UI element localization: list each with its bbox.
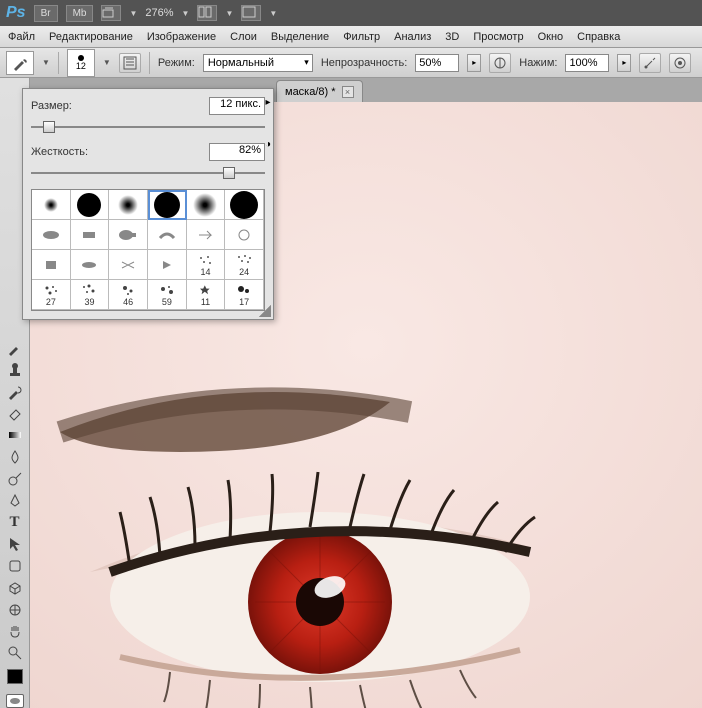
blur-tool[interactable]	[3, 447, 27, 467]
brush-preset[interactable]: 14	[187, 250, 226, 280]
brush-preset-grid: 14 24 27 39 46 59 11 17	[31, 189, 265, 311]
chevron-down-icon[interactable]: ▼	[42, 58, 50, 67]
flow-label: Нажим:	[519, 57, 557, 69]
bridge-button[interactable]: Br	[34, 5, 58, 22]
brush-preset[interactable]	[225, 190, 264, 220]
size-label: Размер:	[31, 100, 72, 112]
brush-tool[interactable]	[3, 338, 27, 358]
hardness-input[interactable]: 82%	[209, 143, 265, 161]
resize-handle-icon[interactable]	[259, 305, 271, 317]
brush-preset[interactable]	[32, 190, 71, 220]
brush-preset[interactable]	[148, 220, 187, 250]
airbrush-icon[interactable]	[639, 53, 661, 73]
view-extras-icon[interactable]	[101, 5, 121, 21]
panel-play-icon[interactable]: ▸	[261, 95, 275, 109]
dropdown-arrow-icon[interactable]: ▼	[129, 9, 137, 18]
brush-preset[interactable]: 11	[187, 280, 226, 310]
brush-preset[interactable]	[225, 220, 264, 250]
menu-layers[interactable]: Слои	[230, 31, 257, 43]
opacity-input[interactable]: 50%	[415, 54, 459, 72]
brush-preset[interactable]	[32, 250, 71, 280]
foreground-color[interactable]	[7, 669, 23, 683]
menu-file[interactable]: Файл	[8, 31, 35, 43]
3d-tool[interactable]	[3, 578, 27, 598]
brush-preset-selected[interactable]	[148, 190, 187, 220]
menu-3d[interactable]: 3D	[445, 31, 459, 43]
menubar: Файл Редактирование Изображение Слои Выд…	[0, 26, 702, 48]
hand-tool[interactable]	[3, 622, 27, 642]
brush-preset[interactable]: 46	[109, 280, 148, 310]
mode-label: Режим:	[158, 57, 195, 69]
brush-preset[interactable]	[32, 220, 71, 250]
tablet-opacity-icon[interactable]	[489, 53, 511, 73]
dodge-tool[interactable]	[3, 469, 27, 489]
brush-preset[interactable]	[71, 190, 110, 220]
menu-help[interactable]: Справка	[577, 31, 620, 43]
ps-logo: Ps	[6, 4, 26, 22]
app-topbar: Ps Br Mb ▼ 276% ▼ ▼ ▼	[0, 0, 702, 26]
flow-flyout-button[interactable]: ▸	[617, 54, 631, 72]
brush-panel-toggle-icon[interactable]	[119, 53, 141, 73]
tab-title: маска/8) *	[285, 86, 336, 98]
brush-preset[interactable]	[71, 220, 110, 250]
brush-preset[interactable]: 39	[71, 280, 110, 310]
size-input[interactable]: 12 пикс.	[209, 97, 265, 115]
zoom-level[interactable]: 276%	[145, 7, 173, 19]
menu-analysis[interactable]: Анализ	[394, 31, 431, 43]
screen-mode-icon[interactable]	[241, 5, 261, 21]
minibridge-button[interactable]: Mb	[66, 5, 94, 22]
brush-preset[interactable]	[71, 250, 110, 280]
gradient-tool[interactable]	[3, 425, 27, 445]
history-brush-tool[interactable]	[3, 382, 27, 402]
menu-view[interactable]: Просмотр	[473, 31, 523, 43]
close-icon[interactable]: ×	[342, 86, 354, 98]
dropdown-arrow-icon[interactable]: ▼	[182, 9, 190, 18]
quick-mask-toggle[interactable]	[6, 694, 24, 708]
brush-preset-panel: ▸ ◑ Размер: 12 пикс. Жесткость: 82%	[22, 88, 274, 320]
dropdown-arrow-icon[interactable]: ▼	[269, 9, 277, 18]
eraser-tool[interactable]	[3, 403, 27, 423]
brush-preset[interactable]	[109, 220, 148, 250]
brush-preset-picker[interactable]: 12	[67, 49, 95, 77]
brush-preset[interactable]	[109, 190, 148, 220]
brush-preset[interactable]	[187, 220, 226, 250]
menu-filter[interactable]: Фильтр	[343, 31, 380, 43]
size-slider[interactable]	[31, 119, 265, 135]
tool-preset-picker[interactable]	[6, 51, 34, 75]
menu-select[interactable]: Выделение	[271, 31, 329, 43]
pen-tool[interactable]	[3, 491, 27, 511]
menu-edit[interactable]: Редактирование	[49, 31, 133, 43]
hardness-slider[interactable]	[31, 165, 265, 181]
zoom-tool[interactable]	[3, 643, 27, 663]
opacity-flyout-button[interactable]: ▸	[467, 54, 481, 72]
stamp-tool[interactable]	[3, 360, 27, 380]
brush-preset[interactable]: 24	[225, 250, 264, 280]
3d-camera-tool[interactable]	[3, 600, 27, 620]
document-tab[interactable]: маска/8) * ×	[276, 80, 363, 102]
chevron-down-icon[interactable]: ▼	[103, 58, 111, 67]
arrange-docs-icon[interactable]	[197, 5, 217, 21]
tablet-size-icon[interactable]	[669, 53, 691, 73]
type-tool[interactable]: T	[3, 513, 27, 533]
divider	[58, 52, 59, 74]
hardness-label: Жесткость:	[31, 146, 88, 158]
divider	[149, 52, 150, 74]
menu-window[interactable]: Окно	[538, 31, 564, 43]
brush-preset[interactable]: 59	[148, 280, 187, 310]
opacity-label: Непрозрачность:	[321, 57, 407, 69]
blend-mode-select[interactable]: Нормальный	[203, 54, 313, 72]
brush-preset[interactable]: 27	[32, 280, 71, 310]
menu-image[interactable]: Изображение	[147, 31, 216, 43]
path-select-tool[interactable]	[3, 534, 27, 554]
options-bar: ▼ 12 ▼ Режим: Нормальный Непрозрачность:…	[0, 48, 702, 78]
shape-tool[interactable]	[3, 556, 27, 576]
brush-preset[interactable]	[109, 250, 148, 280]
flow-input[interactable]: 100%	[565, 54, 609, 72]
brush-size-label: 12	[76, 61, 86, 71]
dropdown-arrow-icon[interactable]: ▼	[225, 9, 233, 18]
brush-preset[interactable]	[187, 190, 226, 220]
panel-menu-icon[interactable]: ◑	[261, 137, 275, 151]
brush-preset[interactable]	[148, 250, 187, 280]
